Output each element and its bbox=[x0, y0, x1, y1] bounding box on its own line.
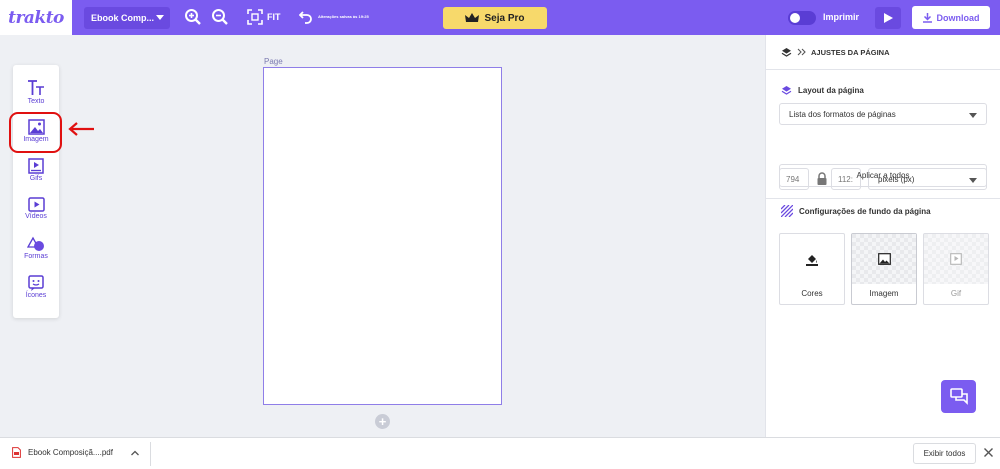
bg-option-colors[interactable]: Cores bbox=[779, 233, 845, 305]
page-label: Page bbox=[264, 57, 283, 66]
video-icon bbox=[27, 197, 45, 212]
layout-section-title: Layout da página bbox=[781, 85, 864, 96]
undo-icon[interactable] bbox=[299, 10, 313, 24]
fit-button[interactable]: FIT bbox=[267, 12, 281, 22]
present-button[interactable] bbox=[875, 7, 901, 29]
tool-label: Formas bbox=[24, 253, 48, 260]
annotation-arrow-icon bbox=[68, 122, 94, 136]
tool-gifs[interactable]: Gifs bbox=[13, 158, 59, 182]
page-format-select[interactable]: Lista dos formatos de páginas bbox=[779, 103, 987, 125]
paint-bucket-icon bbox=[806, 255, 818, 266]
pattern-icon bbox=[781, 205, 793, 217]
chevron-down-icon bbox=[156, 15, 164, 20]
toggle-knob bbox=[790, 13, 800, 23]
bg-option-gif[interactable]: Gif bbox=[923, 233, 989, 305]
tool-label: Vídeos bbox=[25, 213, 47, 220]
bg-option-label: Imagem bbox=[869, 289, 899, 298]
gif-icon bbox=[28, 158, 44, 174]
icons-icon bbox=[28, 275, 44, 291]
background-section-title: Configurações de fundo da página bbox=[781, 205, 931, 217]
bg-option-label: Gif bbox=[950, 289, 962, 298]
zoom-out-icon[interactable] bbox=[211, 8, 229, 26]
upgrade-pro-button[interactable]: Seja Pro bbox=[443, 7, 547, 29]
download-label: Download bbox=[936, 12, 980, 23]
add-page-button[interactable]: + bbox=[375, 414, 390, 429]
play-icon bbox=[883, 13, 893, 23]
chevron-up-icon[interactable] bbox=[130, 448, 140, 458]
design-page[interactable] bbox=[263, 67, 502, 405]
background-title: Configurações de fundo da página bbox=[799, 206, 931, 216]
image-icon bbox=[877, 253, 891, 265]
panel-header: AJUSTES DA PÁGINA bbox=[766, 35, 1000, 70]
download-file-name: Ebook Composiçã....pdf bbox=[28, 448, 113, 457]
double-chevron-icon[interactable] bbox=[797, 48, 806, 56]
layout-title: Layout da página bbox=[798, 86, 864, 95]
page-format-value: Lista dos formatos de páginas bbox=[789, 109, 896, 119]
chevron-down-icon bbox=[969, 113, 977, 118]
save-status: Alterações salvas às 19:25 bbox=[318, 14, 369, 19]
pdf-file-icon bbox=[12, 447, 21, 458]
layers-icon bbox=[781, 47, 792, 57]
tool-label: Texto bbox=[27, 98, 45, 105]
text-icon bbox=[28, 80, 44, 95]
fit-screen-icon[interactable] bbox=[247, 9, 263, 25]
downloads-bar: Ebook Composiçã....pdf Exibir todos bbox=[0, 437, 1000, 469]
tools-sidebar: Texto Imagem Gifs Vídeos Formas Ícones bbox=[13, 65, 59, 318]
tool-videos[interactable]: Vídeos bbox=[13, 197, 59, 220]
chat-icon bbox=[949, 388, 968, 405]
show-all-button[interactable]: Exibir todos bbox=[913, 443, 976, 464]
panel-divider bbox=[766, 198, 1000, 199]
bg-option-thumb bbox=[780, 234, 844, 284]
page-settings-panel: AJUSTES DA PÁGINA Layout da página Lista… bbox=[765, 35, 1000, 437]
download-item[interactable]: Ebook Composiçã....pdf bbox=[12, 447, 113, 458]
layers-icon bbox=[781, 86, 792, 95]
bg-option-thumb bbox=[852, 234, 916, 284]
tool-icons[interactable]: Ícones bbox=[13, 275, 59, 299]
download-button[interactable]: Download bbox=[912, 6, 990, 29]
divider bbox=[150, 442, 151, 466]
upgrade-pro-label: Seja Pro bbox=[484, 12, 525, 24]
bg-option-label: Cores bbox=[801, 289, 823, 298]
bg-option-thumb bbox=[924, 234, 988, 284]
panel-title: AJUSTES DA PÁGINA bbox=[811, 47, 890, 57]
logo[interactable]: trakto bbox=[0, 0, 72, 35]
close-icon[interactable] bbox=[983, 447, 994, 458]
print-toggle[interactable] bbox=[788, 11, 816, 25]
document-name: Ebook Comp... bbox=[91, 13, 154, 23]
tool-text[interactable]: Texto bbox=[13, 79, 59, 105]
chat-support-button[interactable] bbox=[941, 380, 976, 413]
tool-label: Ícones bbox=[25, 292, 47, 299]
crown-icon bbox=[465, 13, 480, 22]
tool-label: Gifs bbox=[29, 175, 43, 182]
shapes-icon bbox=[27, 236, 44, 251]
document-name-dropdown[interactable]: Ebook Comp... bbox=[84, 7, 170, 29]
download-icon bbox=[922, 12, 932, 23]
logo-text: trakto bbox=[8, 7, 64, 28]
apply-all-button[interactable]: Aplicar a todos bbox=[779, 164, 987, 187]
print-label: Imprimir bbox=[823, 12, 860, 22]
gif-icon bbox=[950, 253, 962, 265]
zoom-in-icon[interactable] bbox=[184, 8, 202, 26]
annotation-highlight bbox=[9, 112, 62, 153]
top-bar: trakto Ebook Comp... FIT Alterações salv… bbox=[0, 0, 1000, 35]
bg-option-image[interactable]: Imagem bbox=[851, 233, 917, 305]
tool-shapes[interactable]: Formas bbox=[13, 236, 59, 260]
